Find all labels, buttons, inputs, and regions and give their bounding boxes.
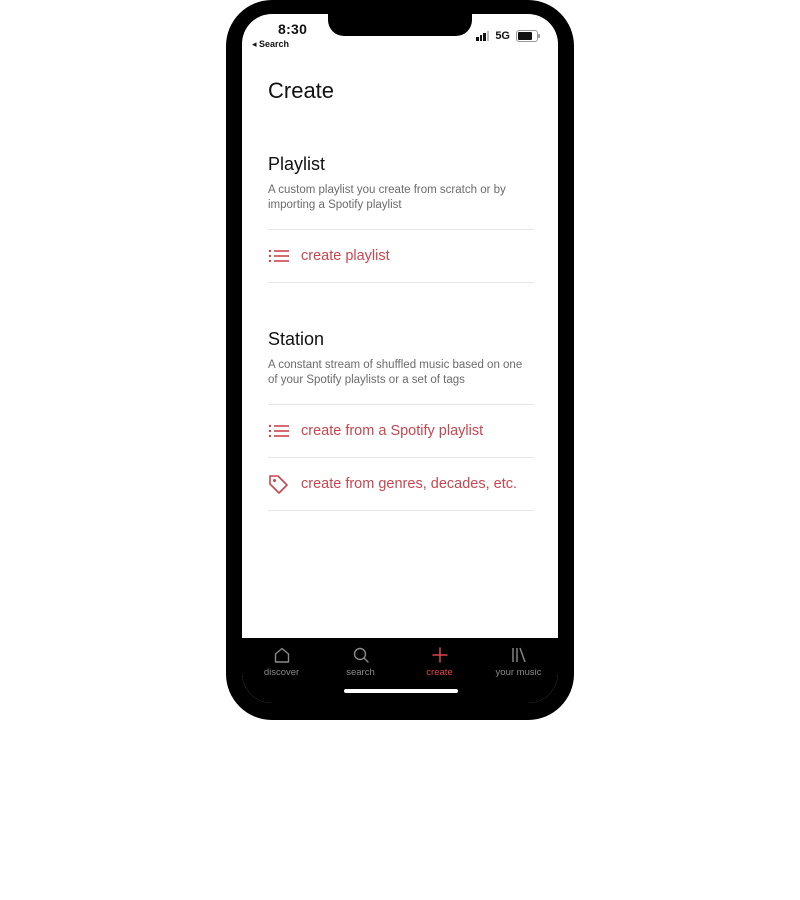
status-time: 8:30: [278, 21, 308, 37]
create-page: Create Playlist A custom playlist you cr…: [268, 78, 534, 511]
network-type: 5G: [495, 30, 510, 42]
section-title-station: Station: [268, 329, 325, 349]
home-indicator[interactable]: [344, 689, 458, 693]
page-title: Create: [268, 78, 335, 103]
plus-icon: [432, 647, 447, 663]
create-playlist-button[interactable]: create playlist: [268, 229, 534, 283]
create-playlist-label: create playlist: [301, 248, 390, 264]
tab-discover[interactable]: discover: [242, 646, 321, 678]
tab-label-your-music: your music: [495, 667, 542, 678]
create-from-genres-button[interactable]: create from genres, decades, etc.: [268, 457, 534, 511]
create-from-spotify-playlist-label: create from a Spotify playlist: [301, 423, 484, 439]
search-icon: [353, 647, 369, 663]
home-icon: [274, 647, 289, 663]
phone-frame: 8:30 ◂ Search 5G Create Playlist A custo…: [226, 0, 574, 720]
section-description-playlist: A custom playlist you create from scratc…: [268, 184, 506, 211]
section-title-playlist: Playlist: [268, 154, 326, 174]
tab-create[interactable]: create: [400, 646, 479, 678]
signal-icon: [476, 31, 490, 41]
back-to-search-link[interactable]: ◂ Search: [252, 39, 289, 50]
tab-label-discover: discover: [263, 667, 300, 678]
tab-your-music[interactable]: your music: [479, 646, 558, 678]
status-indicators: 5G: [476, 30, 540, 42]
list-icon: [268, 422, 290, 440]
create-from-genres-label: create from genres, decades, etc.: [301, 476, 517, 492]
tab-bar: discover search create your music: [242, 638, 558, 703]
phone-screen: 8:30 ◂ Search 5G Create Playlist A custo…: [242, 14, 558, 703]
tag-icon: [268, 475, 290, 494]
playlist-section: Playlist A custom playlist you create fr…: [268, 154, 534, 283]
station-section: Station A constant stream of shuffled mu…: [268, 329, 534, 511]
section-description-station: A constant stream of shuffled music base…: [268, 359, 523, 386]
battery-icon: [516, 30, 540, 42]
tab-search[interactable]: search: [321, 646, 400, 678]
create-from-spotify-playlist-button[interactable]: create from a Spotify playlist: [268, 404, 534, 457]
list-icon: [268, 247, 290, 265]
tab-label-create: create: [426, 667, 453, 678]
library-icon: [511, 647, 526, 663]
notch: [328, 14, 472, 36]
tab-label-search: search: [346, 667, 375, 678]
